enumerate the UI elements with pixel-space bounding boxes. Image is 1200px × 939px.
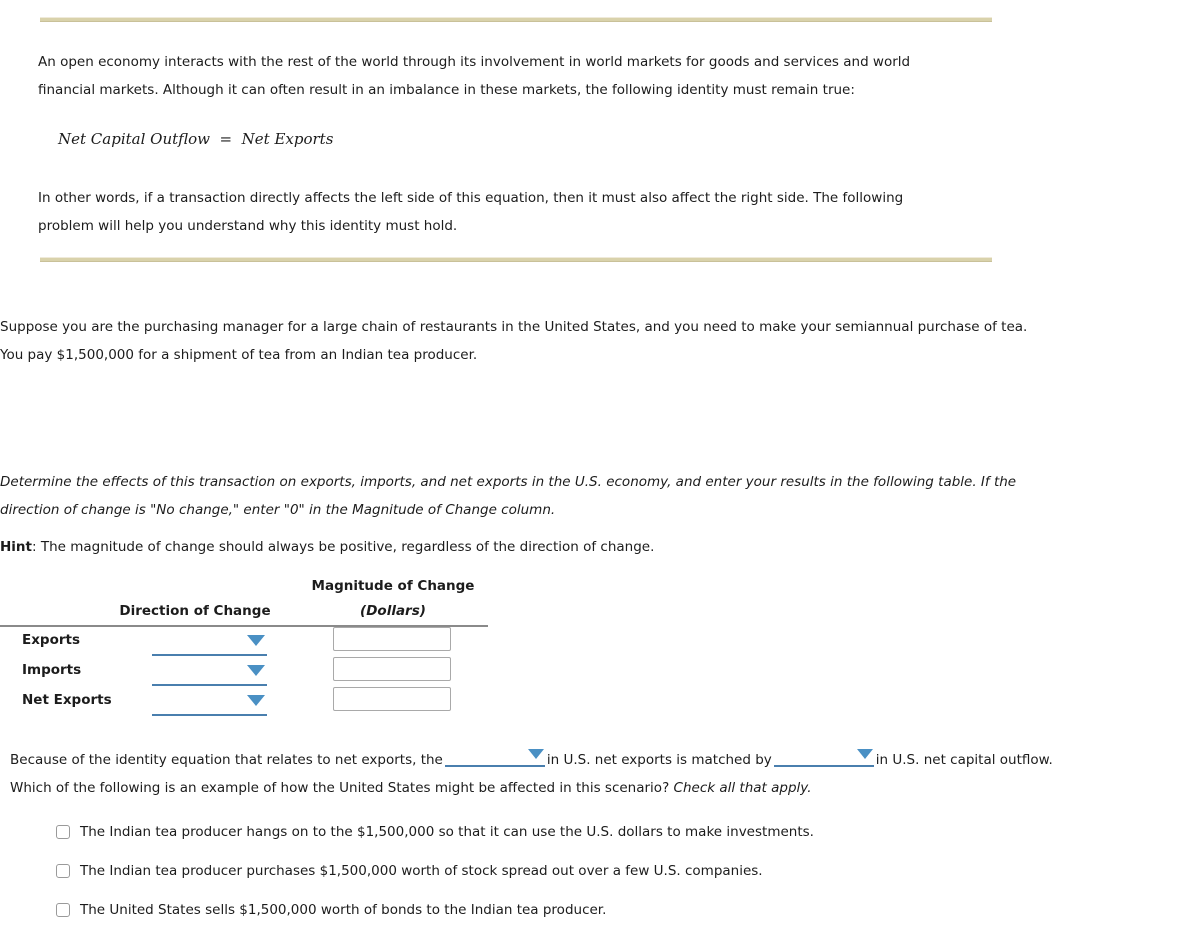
table-body: Exports Imports Net Exports bbox=[0, 627, 490, 720]
identity-equation: Net Capital Outflow = Net Exports bbox=[58, 130, 334, 148]
closing-text-check-all-that-apply: Check all that apply. bbox=[673, 780, 812, 796]
list-item: The United States sells $1,500,000 worth… bbox=[56, 900, 1056, 939]
scenario-paragraph: Suppose you are the purchasing manager f… bbox=[0, 319, 1028, 363]
table-row: Net Exports bbox=[0, 687, 490, 720]
table-row: Exports bbox=[0, 627, 490, 660]
list-item: The Indian tea producer purchases $1,500… bbox=[56, 861, 1056, 900]
option-2-label: The Indian tea producer purchases $1,500… bbox=[80, 863, 763, 879]
inline-dropdown-net-exports-direction[interactable] bbox=[444, 748, 545, 767]
magnitude-input-imports[interactable] bbox=[333, 657, 451, 681]
chevron-down-icon bbox=[247, 635, 265, 646]
chevron-down-icon bbox=[247, 665, 265, 676]
direction-dropdown-imports[interactable] bbox=[152, 660, 267, 686]
effects-table: Magnitude of Change Direction of Change … bbox=[0, 578, 490, 624]
closing-text-part-2: in U.S. net exports is matched by bbox=[546, 752, 772, 768]
table-row: Imports bbox=[0, 657, 490, 690]
header-direction-of-change: Direction of Change bbox=[119, 603, 271, 619]
checkbox-option-3[interactable] bbox=[56, 903, 70, 917]
magnitude-input-exports[interactable] bbox=[333, 627, 451, 651]
option-3-label: The United States sells $1,500,000 worth… bbox=[80, 902, 607, 918]
options-list: The Indian tea producer hangs on to the … bbox=[56, 822, 1056, 939]
checkbox-option-2[interactable] bbox=[56, 864, 70, 878]
closing-text-part-1: Because of the identity equation that re… bbox=[10, 752, 443, 768]
header-magnitude-of-change: Magnitude of Change bbox=[311, 578, 475, 594]
intro-paragraph-2: In other words, if a transaction directl… bbox=[38, 190, 904, 234]
row-label-exports: Exports bbox=[22, 632, 81, 648]
row-label-imports: Imports bbox=[22, 662, 82, 678]
inline-dropdown-net-capital-outflow-direction[interactable] bbox=[773, 748, 874, 767]
instructions-paragraph: Determine the effects of this transactio… bbox=[0, 474, 1017, 518]
section-divider-top bbox=[40, 17, 992, 22]
header-dollars: (Dollars) bbox=[360, 603, 426, 619]
direction-dropdown-net-exports[interactable] bbox=[152, 690, 267, 716]
intro-paragraph-1: An open economy interacts with the rest … bbox=[38, 54, 911, 98]
section-divider-bottom bbox=[40, 257, 992, 262]
table-header: Magnitude of Change Direction of Change … bbox=[0, 578, 490, 624]
checkbox-option-1[interactable] bbox=[56, 825, 70, 839]
list-item: The Indian tea producer hangs on to the … bbox=[56, 822, 1056, 861]
magnitude-input-net-exports[interactable] bbox=[333, 687, 451, 711]
chevron-down-icon bbox=[856, 749, 873, 759]
chevron-down-icon bbox=[527, 749, 544, 759]
row-label-net-exports: Net Exports bbox=[22, 692, 112, 708]
chevron-down-icon bbox=[247, 695, 265, 706]
direction-dropdown-exports[interactable] bbox=[152, 630, 267, 656]
hint-paragraph: Hint: The magnitude of change should alw… bbox=[0, 535, 1065, 559]
option-1-label: The Indian tea producer hangs on to the … bbox=[80, 824, 814, 840]
hint-label: Hint bbox=[0, 539, 32, 555]
closing-paragraph: Because of the identity equation that re… bbox=[10, 746, 1080, 802]
hint-text: : The magnitude of change should always … bbox=[32, 539, 655, 555]
worksheet-page: An open economy interacts with the rest … bbox=[0, 0, 1200, 922]
